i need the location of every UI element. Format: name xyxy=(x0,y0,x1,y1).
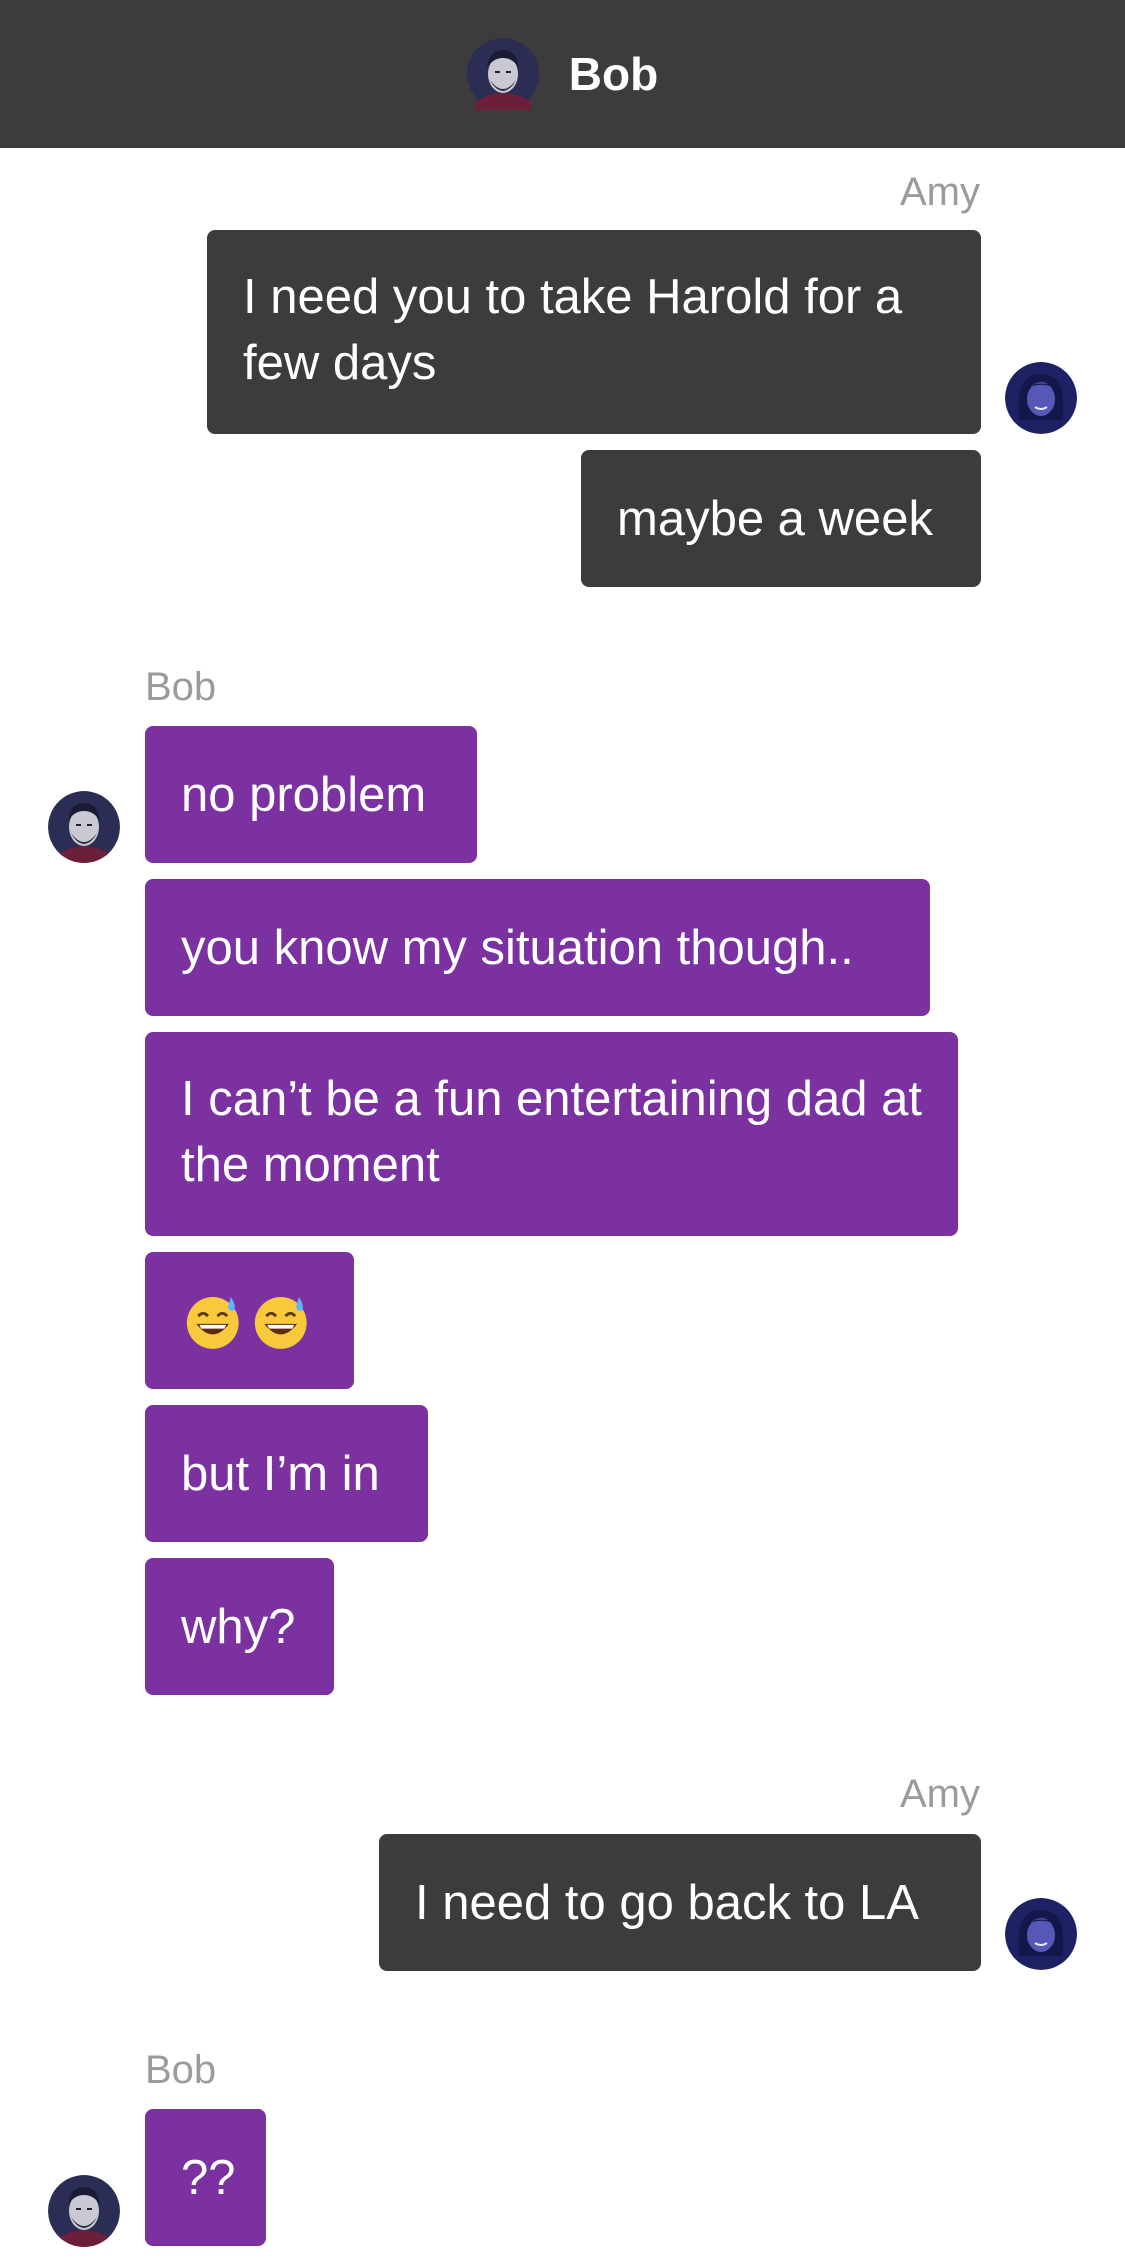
message-bubble[interactable]: I need to go back to LA xyxy=(379,1834,981,1971)
emoji-message-bubble[interactable] xyxy=(145,1252,354,1389)
message-bubble[interactable]: I can’t be a fun entertaining dad at the… xyxy=(145,1032,958,1236)
message-bubble[interactable]: ?? xyxy=(145,2109,266,2246)
sweat-smile-emoji-icon xyxy=(254,1296,307,1349)
bob-avatar-icon[interactable] xyxy=(48,791,120,863)
sweat-smile-emoji-icon xyxy=(186,1296,239,1349)
sender-label: Amy xyxy=(900,1772,980,1816)
message-bubble[interactable]: you know my situation though.. xyxy=(145,879,930,1016)
sender-label: Bob xyxy=(145,2048,217,2092)
message-bubble[interactable]: no problem xyxy=(145,726,477,863)
message-bubble[interactable]: maybe a week xyxy=(581,450,981,587)
sender-label: Amy xyxy=(900,170,980,214)
bob-avatar-icon[interactable] xyxy=(48,2175,120,2247)
message-bubble[interactable]: but I’m in xyxy=(145,1405,428,1542)
amy-avatar-icon[interactable] xyxy=(1005,1898,1077,1970)
amy-avatar-icon[interactable] xyxy=(1005,362,1077,434)
message-bubble[interactable]: why? xyxy=(145,1558,334,1695)
chat-title: Bob xyxy=(568,48,659,100)
chat-header: Bob xyxy=(0,0,1125,148)
bob-avatar-icon[interactable] xyxy=(466,38,539,110)
message-bubble[interactable]: I need you to take Harold for a few days xyxy=(207,230,981,434)
sender-label: Bob xyxy=(145,665,217,709)
